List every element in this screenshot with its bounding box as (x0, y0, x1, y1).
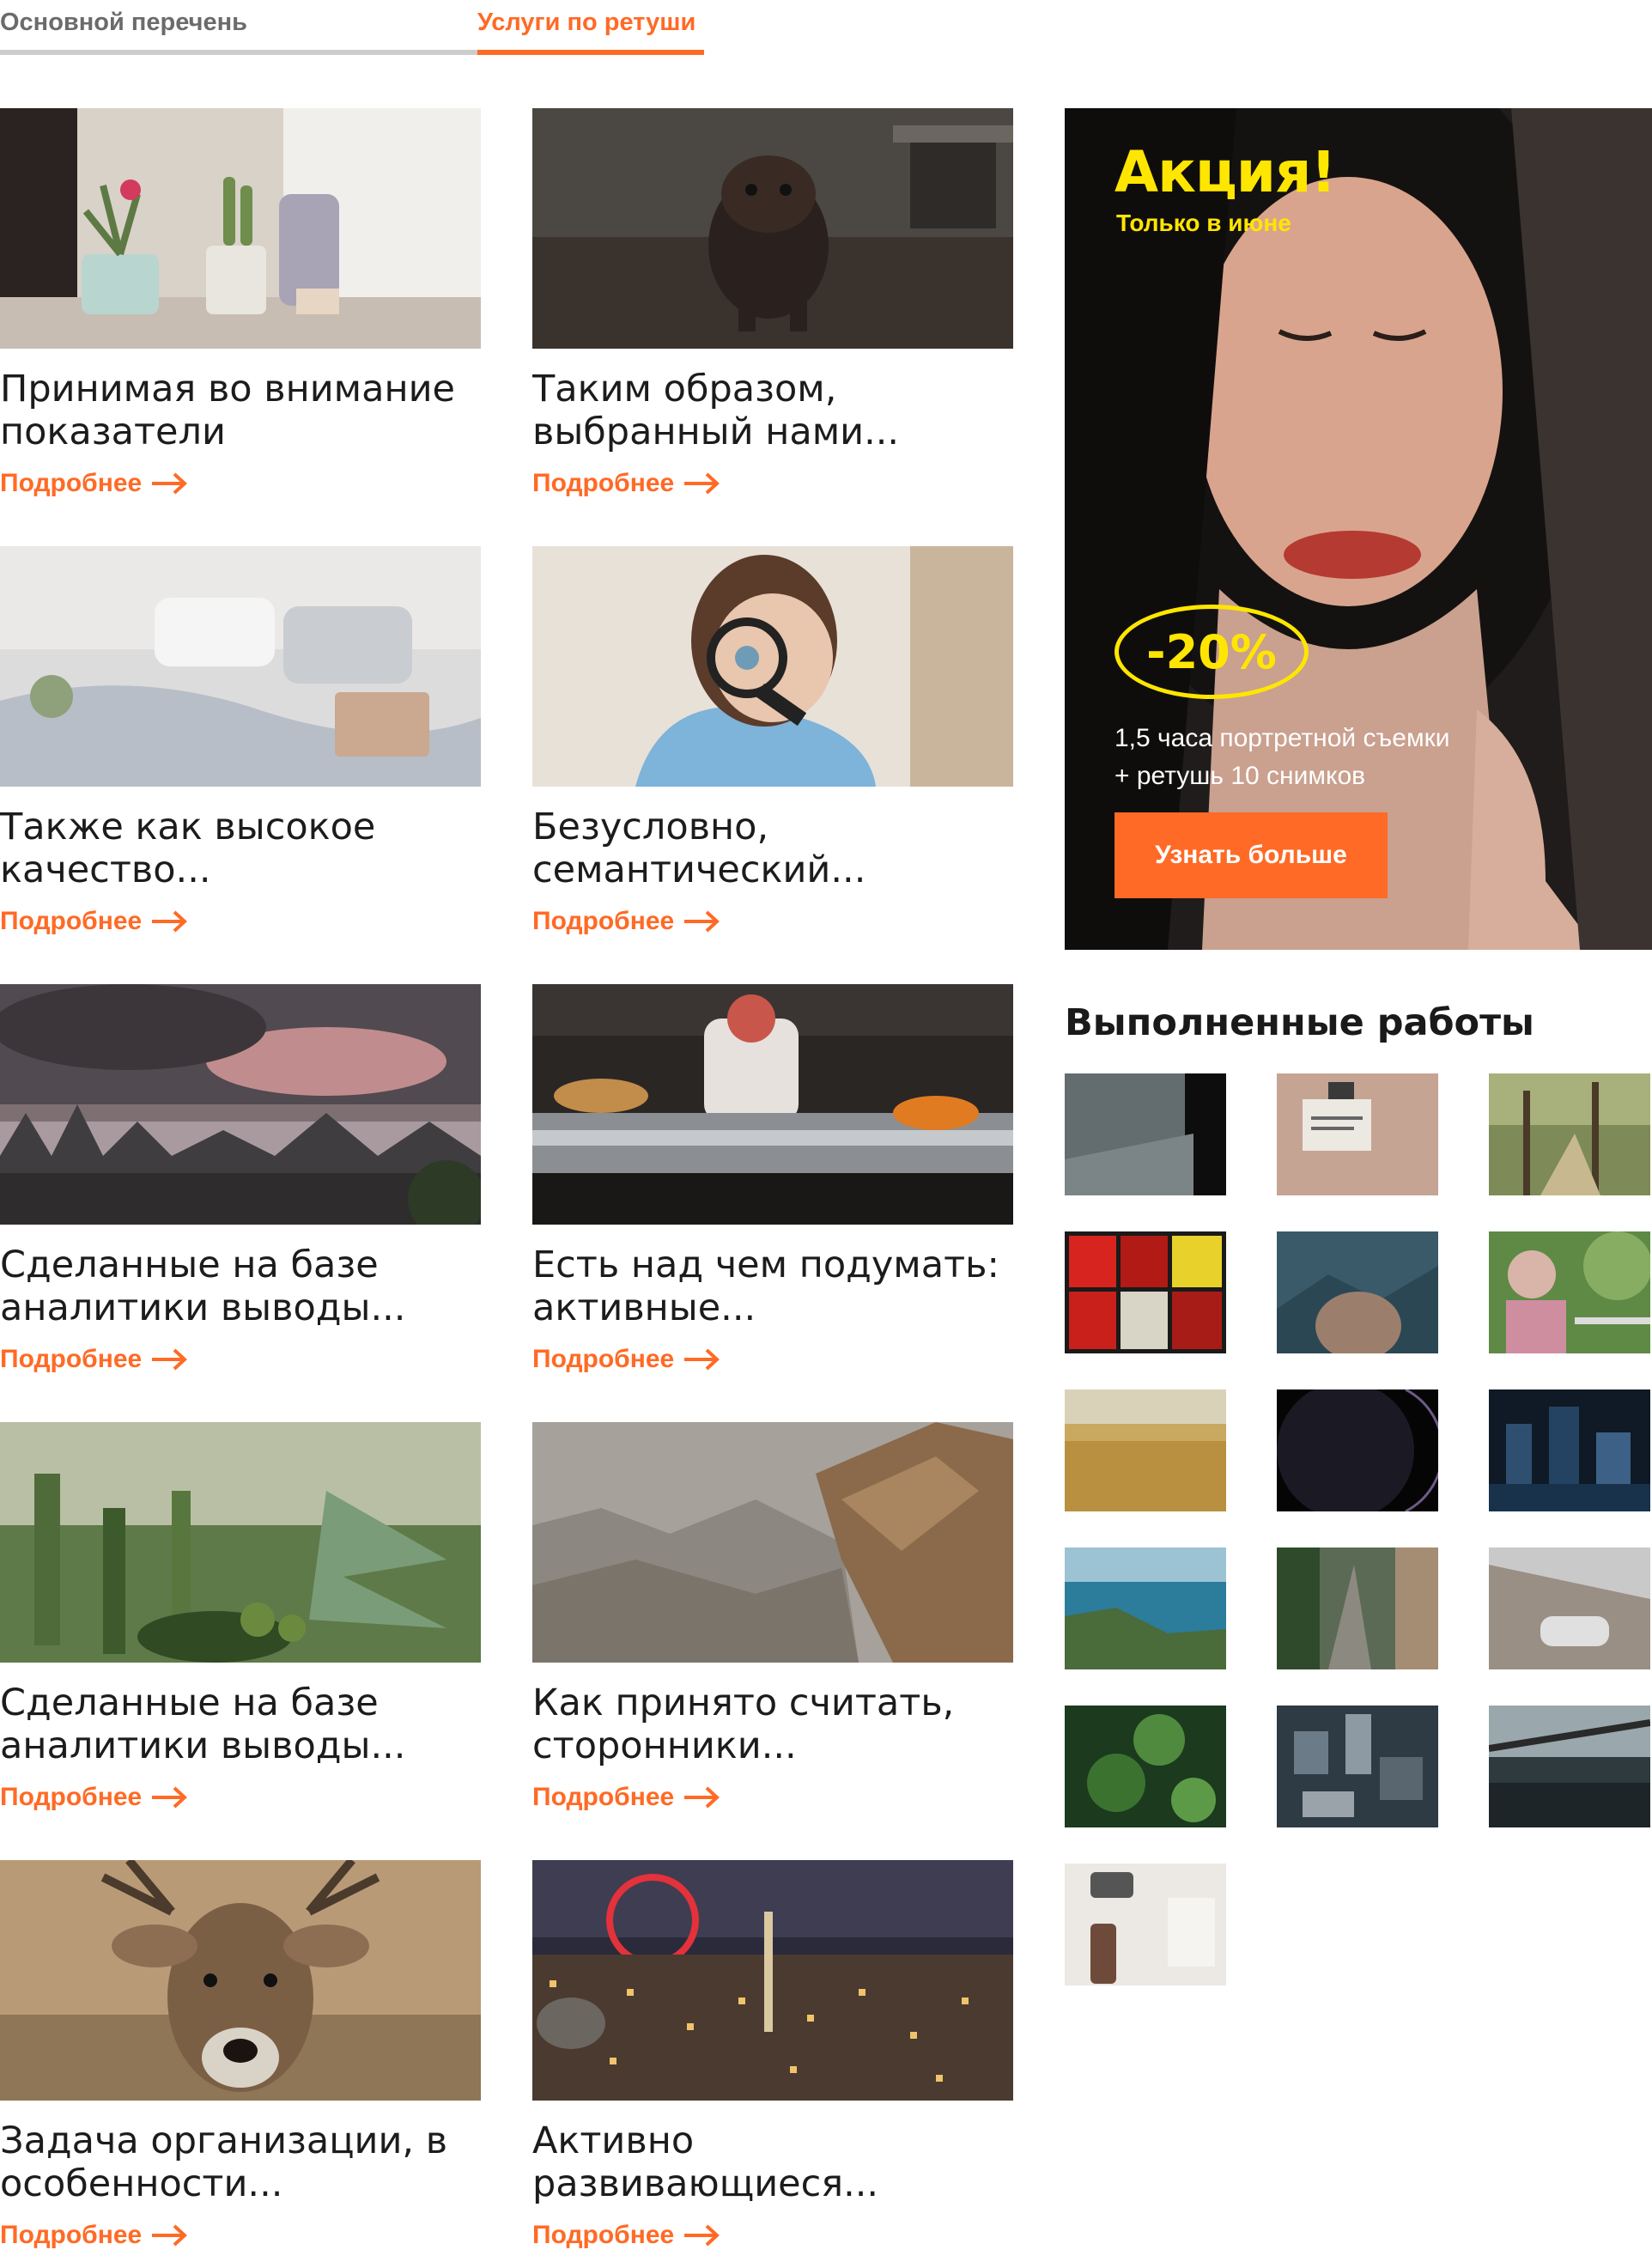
more-link[interactable]: Подробнее (0, 469, 197, 498)
more-link[interactable]: Подробнее (0, 1783, 197, 1812)
arrow-right-icon (684, 472, 720, 495)
night-city-photo[interactable] (1489, 1389, 1650, 1511)
service-card: Также как высокое качество... Подробнее (0, 546, 481, 936)
child-with-magnifier-photo[interactable] (532, 546, 1013, 787)
houseplants-on-windowsill-photo[interactable] (0, 108, 481, 349)
more-label: Подробнее (532, 907, 675, 935)
arrow-right-icon (684, 1348, 720, 1371)
woman-in-garden-photo[interactable] (1489, 1231, 1650, 1353)
more-link[interactable]: Подробнее (532, 1345, 730, 1374)
busy-street-photo[interactable] (1277, 1548, 1438, 1669)
canyon-rocks-photo[interactable] (532, 1422, 1013, 1663)
more-label: Подробнее (532, 1783, 675, 1811)
bed-with-laptop-photo[interactable] (0, 546, 481, 787)
coastline-aerial-photo[interactable] (1065, 1548, 1226, 1669)
service-card: Есть над чем подумать: активные... Подро… (532, 984, 1013, 1374)
service-card: Сделанные на базе аналитики выводы... По… (0, 984, 481, 1374)
camera-desk-photo[interactable] (1065, 1864, 1226, 1985)
tab-underline (0, 50, 477, 55)
arrow-right-icon (152, 472, 188, 495)
planet-eclipse-photo[interactable] (1277, 1389, 1438, 1511)
more-label: Подробнее (532, 2221, 675, 2249)
city-skyline-clouds-photo[interactable] (0, 984, 481, 1225)
more-link[interactable]: Подробнее (532, 907, 730, 936)
window-rain-photo[interactable] (1065, 1073, 1226, 1195)
card-title: Активно развивающиеся... (532, 2119, 879, 2205)
car-highway-photo[interactable] (1489, 1548, 1650, 1669)
stained-glass-photo[interactable] (1065, 1231, 1226, 1353)
discount-value: -20% (1146, 624, 1277, 679)
more-label: Подробнее (0, 1783, 143, 1811)
promo-description: 1,5 часа портретной съемки + ретушь 10 с… (1114, 720, 1449, 795)
card-title: Также как высокое качество... (0, 806, 376, 891)
card-title: Сделанные на базе аналитики выводы... (0, 1681, 406, 1767)
card-title: Есть над чем подумать: активные... (532, 1243, 999, 1329)
card-title: Таким образом, выбранный нами... (532, 368, 900, 453)
more-label: Подробнее (0, 1345, 143, 1373)
service-card: Сделанные на базе аналитики выводы... По… (0, 1422, 481, 1812)
more-label: Подробнее (0, 469, 143, 497)
promo-banner: Акция! Только в июне -20% 1,5 часа портр… (1065, 108, 1652, 950)
puppy-running-photo[interactable] (532, 108, 1013, 349)
wheat-field-photo[interactable] (1065, 1389, 1226, 1511)
palm-path-photo[interactable] (1489, 1073, 1650, 1195)
promo-title: Акция! (1114, 139, 1337, 205)
promo-description-line: 1,5 часа портретной съемки (1114, 724, 1450, 752)
more-link[interactable]: Подробнее (532, 469, 730, 498)
more-label: Подробнее (532, 469, 675, 497)
more-label: Подробнее (0, 907, 143, 935)
arrow-right-icon (684, 1786, 720, 1809)
tabs: Основной перечень Услуги по ретуши (0, 0, 1652, 57)
arrow-right-icon (152, 1786, 188, 1809)
service-card: Безусловно, семантический... Подробнее (532, 546, 1013, 936)
more-link[interactable]: Подробнее (532, 2221, 730, 2250)
more-link[interactable]: Подробнее (532, 1783, 730, 1812)
card-title: Как принято считать, сторонники... (532, 1681, 955, 1767)
completed-works-title: Выполненные работы (1065, 1001, 1534, 1044)
arrow-right-icon (684, 910, 720, 933)
service-card: Принимая во внимание показатели Подробне… (0, 108, 481, 498)
card-title: Принимая во внимание показатели (0, 368, 455, 453)
tab-active-indicator (477, 50, 704, 55)
more-label: Подробнее (532, 1345, 675, 1373)
card-title: Безусловно, семантический... (532, 806, 866, 891)
notice-paper-photo[interactable] (1277, 1073, 1438, 1195)
more-link[interactable]: Подробнее (0, 907, 197, 936)
service-card: Задача организации, в особенности... Под… (0, 1860, 481, 2250)
more-link[interactable]: Подробнее (0, 1345, 197, 1374)
arrow-right-icon (152, 1348, 188, 1371)
service-card: Как принято считать, сторонники... Подро… (532, 1422, 1013, 1812)
more-label: Подробнее (0, 2221, 143, 2249)
arrow-right-icon (152, 910, 188, 933)
tab-main-list[interactable]: Основной перечень (0, 9, 247, 37)
discount-badge: -20% (1114, 605, 1309, 699)
card-title: Сделанные на базе аналитики выводы... (0, 1243, 406, 1329)
promo-subtitle: Только в июне (1116, 210, 1291, 236)
arrow-right-icon (684, 2224, 720, 2247)
deer-portrait-photo[interactable] (0, 1860, 481, 2101)
restaurant-kitchen-chef-photo[interactable] (532, 984, 1013, 1225)
green-leaves-photo[interactable] (1065, 1706, 1226, 1827)
promo-description-line: + ретушь 10 снимков (1114, 762, 1366, 790)
card-title: Задача организации, в особенности... (0, 2119, 448, 2205)
service-card: Активно развивающиеся... Подробнее (532, 1860, 1013, 2250)
city-from-above-photo[interactable] (1277, 1706, 1438, 1827)
more-link[interactable]: Подробнее (0, 2221, 197, 2250)
london-night-city-photo[interactable] (532, 1860, 1013, 2101)
arrow-right-icon (152, 2224, 188, 2247)
elephant-photo[interactable] (1277, 1231, 1438, 1353)
service-card: Таким образом, выбранный нами... Подробн… (532, 108, 1013, 498)
learn-more-button[interactable]: Узнать больше (1114, 812, 1388, 898)
cactus-garden-photo[interactable] (0, 1422, 481, 1663)
bridge-people-photo[interactable] (1489, 1706, 1650, 1827)
tab-retouch-services[interactable]: Услуги по ретуши (477, 9, 695, 37)
